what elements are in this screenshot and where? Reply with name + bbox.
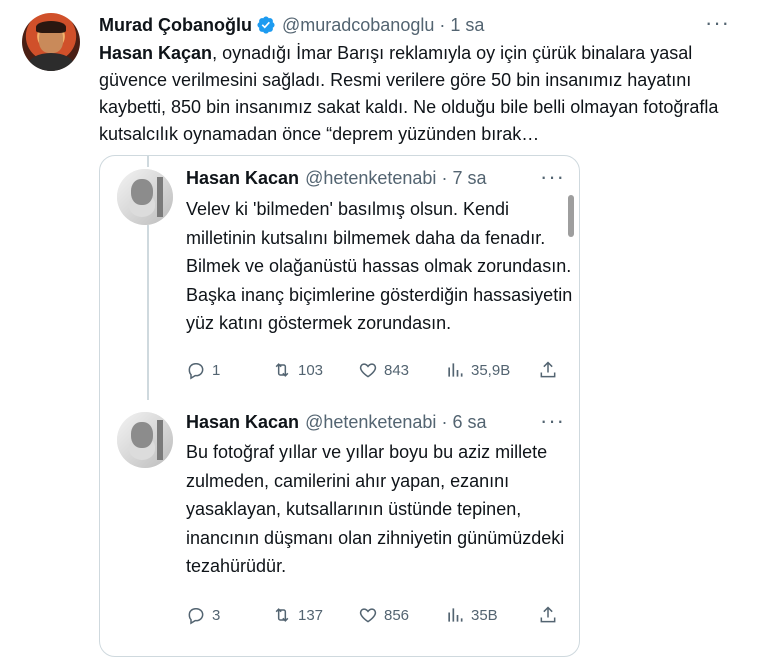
separator: ·: [439, 14, 446, 35]
retweet-icon: [275, 363, 289, 377]
reply-button[interactable]: 1: [186, 360, 220, 380]
views-icon: [448, 363, 463, 377]
like-icon: [359, 608, 377, 623]
share-icon: [540, 361, 556, 378]
avatar[interactable]: [117, 169, 173, 225]
avatar[interactable]: [22, 13, 80, 71]
share-button[interactable]: [538, 605, 558, 625]
retweet-button[interactable]: 137: [272, 605, 323, 625]
views-icon: [448, 608, 463, 622]
author-handle[interactable]: @hetenketenabi: [305, 168, 436, 189]
like-button[interactable]: 856: [358, 605, 409, 625]
tweet-text: Hasan Kaçan, oynadığı İmar Barışı reklam…: [99, 40, 729, 148]
author-handle[interactable]: @hetenketenabi: [305, 412, 436, 433]
reply-button[interactable]: 3: [186, 605, 220, 625]
more-icon[interactable]: ···: [705, 12, 730, 34]
timestamp[interactable]: 7 sa: [452, 168, 486, 189]
like-count: 843: [384, 361, 410, 379]
author-name[interactable]: Murad Çobanoğlu: [99, 15, 252, 36]
share-button[interactable]: [538, 360, 558, 380]
like-icon: [359, 363, 377, 378]
views-count: 35,9B: [471, 361, 511, 379]
thread-connector-top: [147, 155, 149, 167]
retweet-button[interactable]: 103: [272, 360, 323, 380]
retweet-count: 137: [298, 606, 324, 624]
separator: ·: [441, 412, 448, 432]
reply-icon: [188, 608, 204, 625]
views-button[interactable]: 35B: [445, 605, 498, 625]
verified-badge-icon: [257, 16, 275, 34]
more-icon[interactable]: ···: [540, 410, 565, 432]
share-icon: [540, 606, 556, 623]
author-name[interactable]: Hasan Kacan: [186, 168, 299, 189]
mention-bold: Hasan Kaçan: [99, 43, 213, 63]
quoted-tweet-text: Bu fotoğraf yıllar ve yıllar boyu bu azi…: [186, 442, 565, 576]
timestamp[interactable]: 6 sa: [452, 412, 486, 433]
timestamp[interactable]: 1 sa: [450, 15, 484, 36]
retweet-icon: [275, 608, 289, 622]
author-handle[interactable]: @muradcobanoglu: [282, 15, 434, 36]
avatar[interactable]: [117, 412, 173, 468]
author-name[interactable]: Hasan Kacan: [186, 412, 299, 433]
views-count: 35B: [471, 606, 498, 624]
quoted-tweet-header: Hasan Kacan @hetenketenabi · 6 sa: [186, 412, 486, 433]
main-tweet: Murad Çobanoğlu @muradcobanoglu · 1 sa ·…: [0, 0, 759, 657]
tweet-header: Murad Çobanoğlu @muradcobanoglu · 1 sa: [99, 13, 484, 37]
separator: ·: [441, 168, 448, 188]
like-button[interactable]: 843: [358, 360, 409, 380]
reply-count: 3: [212, 606, 221, 624]
reply-count: 1: [212, 361, 221, 379]
quoted-tweet-header: Hasan Kacan @hetenketenabi · 7 sa: [186, 168, 486, 189]
more-icon[interactable]: ···: [540, 166, 565, 188]
like-count: 856: [384, 606, 410, 624]
views-button[interactable]: 35,9B: [445, 360, 510, 380]
reply-icon: [188, 363, 204, 380]
quoted-tweet-text: Velev ki 'bilmeden' basılmış olsun. Kend…: [186, 199, 573, 333]
thread-connector: [147, 225, 149, 400]
retweet-count: 103: [298, 361, 324, 379]
